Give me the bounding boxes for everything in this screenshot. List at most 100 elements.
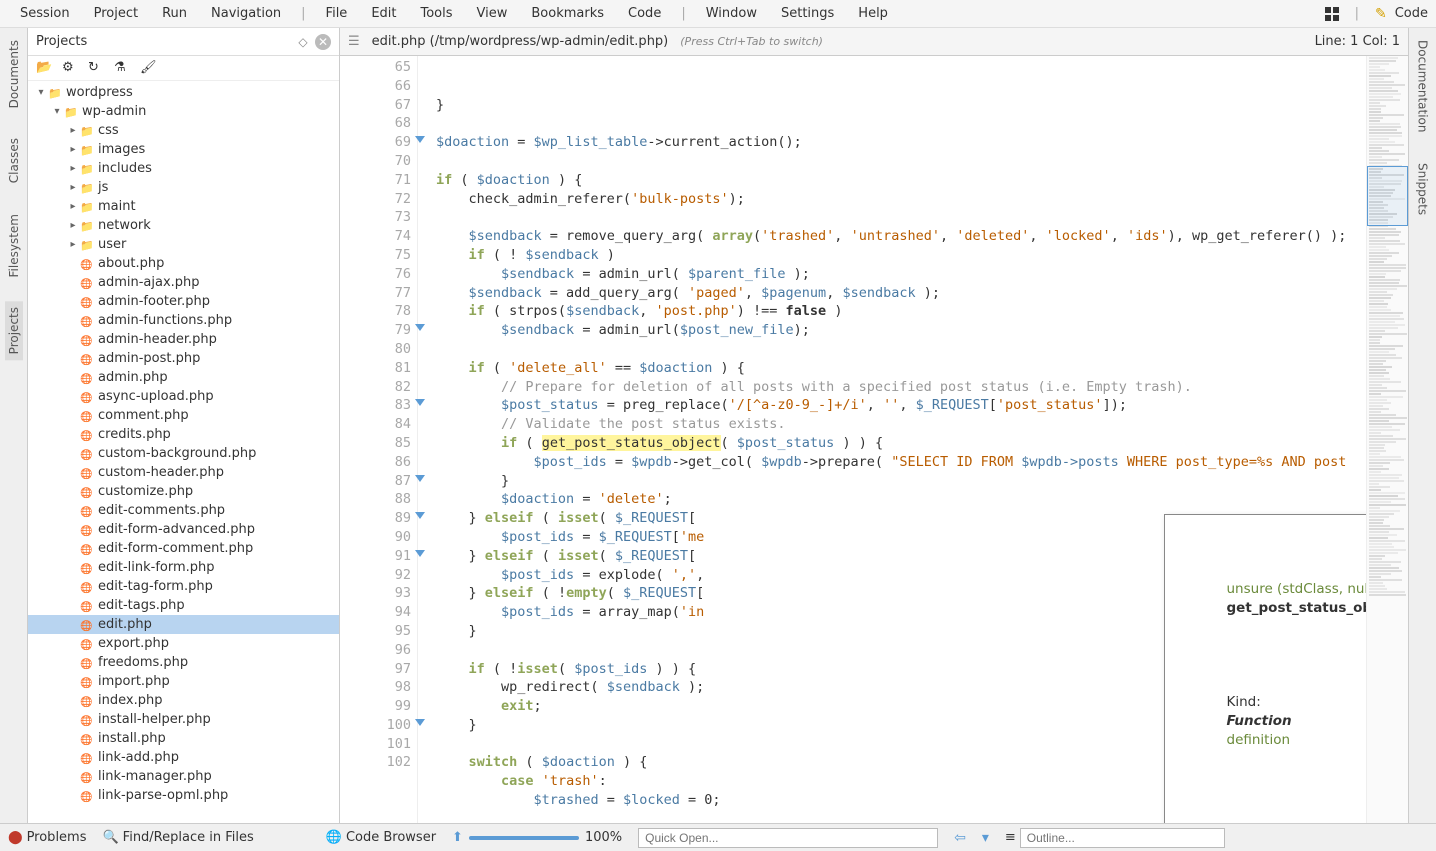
tree-file[interactable]: admin-footer.php: [28, 292, 339, 311]
code-browser-button[interactable]: 🌐Code Browser: [326, 830, 436, 845]
line-number[interactable]: 68: [340, 114, 411, 133]
line-number[interactable]: 83: [340, 396, 411, 415]
tree-file[interactable]: credits.php: [28, 425, 339, 444]
tree-folder[interactable]: ▸js: [28, 178, 339, 197]
tree-file[interactable]: about.php: [28, 254, 339, 273]
code-line[interactable]: [436, 114, 1366, 133]
line-number[interactable]: 78: [340, 302, 411, 321]
code-line[interactable]: $sendback = remove_query_arg( array('tra…: [436, 227, 1366, 246]
outline-input[interactable]: [1020, 828, 1225, 848]
menu-file[interactable]: File: [314, 2, 360, 25]
menu-code[interactable]: Code: [616, 2, 673, 25]
code-line[interactable]: [436, 340, 1366, 359]
tree-folder[interactable]: ▸user: [28, 235, 339, 254]
line-number[interactable]: 102: [340, 753, 411, 772]
line-number[interactable]: 71: [340, 171, 411, 190]
list-icon[interactable]: ☰: [348, 34, 360, 49]
line-number[interactable]: 89: [340, 509, 411, 528]
rail-snippets[interactable]: Snippets: [1414, 157, 1432, 221]
rail-classes[interactable]: Classes: [5, 132, 23, 189]
line-number[interactable]: 93: [340, 584, 411, 603]
code-line[interactable]: // Validate the post status exists.: [436, 415, 1366, 434]
tree-file[interactable]: custom-background.php: [28, 444, 339, 463]
code-line[interactable]: if ( ! $sendback ): [436, 246, 1366, 265]
tree-file[interactable]: admin-header.php: [28, 330, 339, 349]
line-number[interactable]: 99: [340, 697, 411, 716]
project-tree[interactable]: ▾wordpress▾wp-admin▸css▸images▸includes▸…: [28, 81, 339, 823]
undock-button[interactable]: ◇: [295, 34, 311, 50]
zoom-slider[interactable]: [469, 836, 579, 840]
line-number[interactable]: 76: [340, 265, 411, 284]
tree-file[interactable]: custom-header.php: [28, 463, 339, 482]
code-line[interactable]: $sendback = admin_url($post_new_file);: [436, 321, 1366, 340]
line-number[interactable]: 81: [340, 359, 411, 378]
tree-file[interactable]: link-add.php: [28, 748, 339, 767]
line-number[interactable]: 96: [340, 641, 411, 660]
line-number[interactable]: 69: [340, 133, 411, 152]
line-number[interactable]: 65: [340, 58, 411, 77]
line-gutter[interactable]: 6566676869707172737475767778798081828384…: [340, 56, 418, 823]
chevron-icon[interactable]: ▾: [34, 87, 48, 98]
code-line[interactable]: if ( 'delete_all' == $doaction ) {: [436, 359, 1366, 378]
tree-file[interactable]: customize.php: [28, 482, 339, 501]
arrow-up-icon[interactable]: ⬆: [452, 830, 463, 845]
line-number[interactable]: 86: [340, 453, 411, 472]
menu-run[interactable]: Run: [150, 2, 199, 25]
tree-folder[interactable]: ▸css: [28, 121, 339, 140]
tree-file[interactable]: install.php: [28, 729, 339, 748]
tree-file[interactable]: admin-post.php: [28, 349, 339, 368]
code-line[interactable]: }: [436, 96, 1366, 115]
line-number[interactable]: 85: [340, 434, 411, 453]
line-number[interactable]: 74: [340, 227, 411, 246]
problems-button[interactable]: ⬤Problems: [8, 830, 86, 845]
tree-file[interactable]: link-manager.php: [28, 767, 339, 786]
line-number[interactable]: 92: [340, 566, 411, 585]
tree-file[interactable]: import.php: [28, 672, 339, 691]
code-line[interactable]: $sendback = admin_url( $parent_file );: [436, 265, 1366, 284]
code-line[interactable]: check_admin_referer('bulk-posts');: [436, 190, 1366, 209]
chevron-icon[interactable]: ▸: [66, 125, 80, 136]
tree-file[interactable]: edit.php: [28, 615, 339, 634]
rail-documentation[interactable]: Documentation: [1414, 34, 1432, 139]
find-replace-button[interactable]: 🔍Find/Replace in Files: [102, 830, 253, 845]
tree-file[interactable]: comment.php: [28, 406, 339, 425]
close-sidebar-button[interactable]: ✕: [315, 34, 331, 50]
menu-view[interactable]: View: [465, 2, 520, 25]
line-number[interactable]: 91: [340, 547, 411, 566]
tree-file[interactable]: admin-ajax.php: [28, 273, 339, 292]
tree-folder[interactable]: ▸maint: [28, 197, 339, 216]
code-line[interactable]: $post_ids = $wpdb->get_col( $wpdb->prepa…: [436, 453, 1366, 472]
filter-icon[interactable]: ⚗: [114, 60, 130, 76]
rail-projects[interactable]: Projects: [5, 301, 23, 360]
chevron-icon[interactable]: ▸: [66, 220, 80, 231]
menu-edit[interactable]: Edit: [359, 2, 408, 25]
pencil-icon[interactable]: ✎: [1375, 6, 1387, 22]
tree-folder[interactable]: ▾wordpress: [28, 83, 339, 102]
tree-file[interactable]: freedoms.php: [28, 653, 339, 672]
refresh-icon[interactable]: ↻: [88, 60, 104, 76]
tree-file[interactable]: edit-link-form.php: [28, 558, 339, 577]
menu-tools[interactable]: Tools: [409, 2, 465, 25]
chevron-icon[interactable]: ▸: [66, 144, 80, 155]
line-number[interactable]: 97: [340, 660, 411, 679]
chevron-icon[interactable]: ▸: [66, 182, 80, 193]
tree-file[interactable]: index.php: [28, 691, 339, 710]
nav-back-icon[interactable]: ⇦: [954, 830, 966, 846]
code-line[interactable]: $doaction = 'delete';: [436, 490, 1366, 509]
menu-help[interactable]: Help: [846, 2, 900, 25]
line-number[interactable]: 77: [340, 284, 411, 303]
chevron-icon[interactable]: ▸: [66, 239, 80, 250]
code-line[interactable]: if ( strpos($sendback, 'post.php') !== f…: [436, 302, 1366, 321]
line-number[interactable]: 79: [340, 321, 411, 340]
line-number[interactable]: 100: [340, 716, 411, 735]
line-number[interactable]: 101: [340, 735, 411, 754]
line-number[interactable]: 70: [340, 152, 411, 171]
line-number[interactable]: 75: [340, 246, 411, 265]
chevron-icon[interactable]: ▾: [50, 106, 64, 117]
brush-icon[interactable]: 🖌: [140, 60, 156, 76]
tree-file[interactable]: edit-tag-form.php: [28, 577, 339, 596]
tree-folder[interactable]: ▸network: [28, 216, 339, 235]
rail-documents[interactable]: Documents: [5, 34, 23, 114]
menu-session[interactable]: Session: [8, 2, 82, 25]
code-line[interactable]: $doaction = $wp_list_table->current_acti…: [436, 133, 1366, 152]
